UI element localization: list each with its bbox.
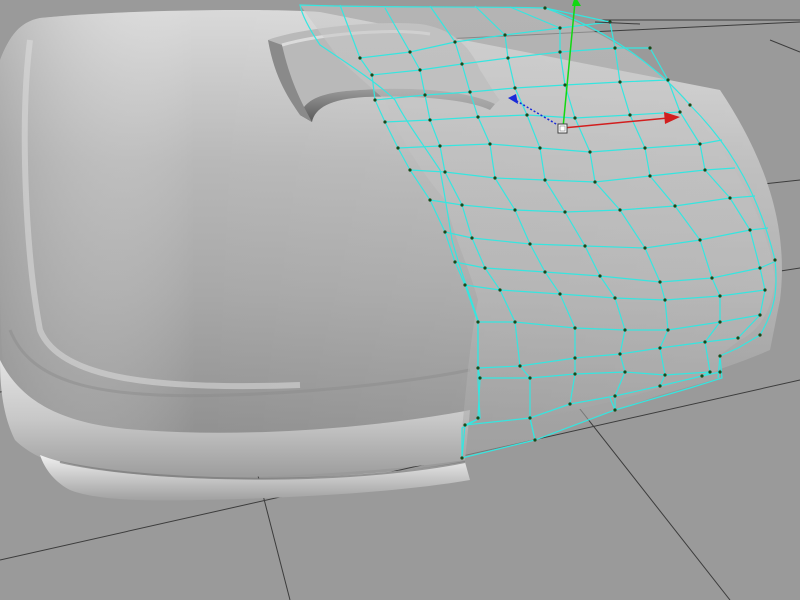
viewport-canvas[interactable] [0,0,800,600]
3d-viewport[interactable] [0,0,800,600]
gizmo-center-handle[interactable] [557,123,568,134]
